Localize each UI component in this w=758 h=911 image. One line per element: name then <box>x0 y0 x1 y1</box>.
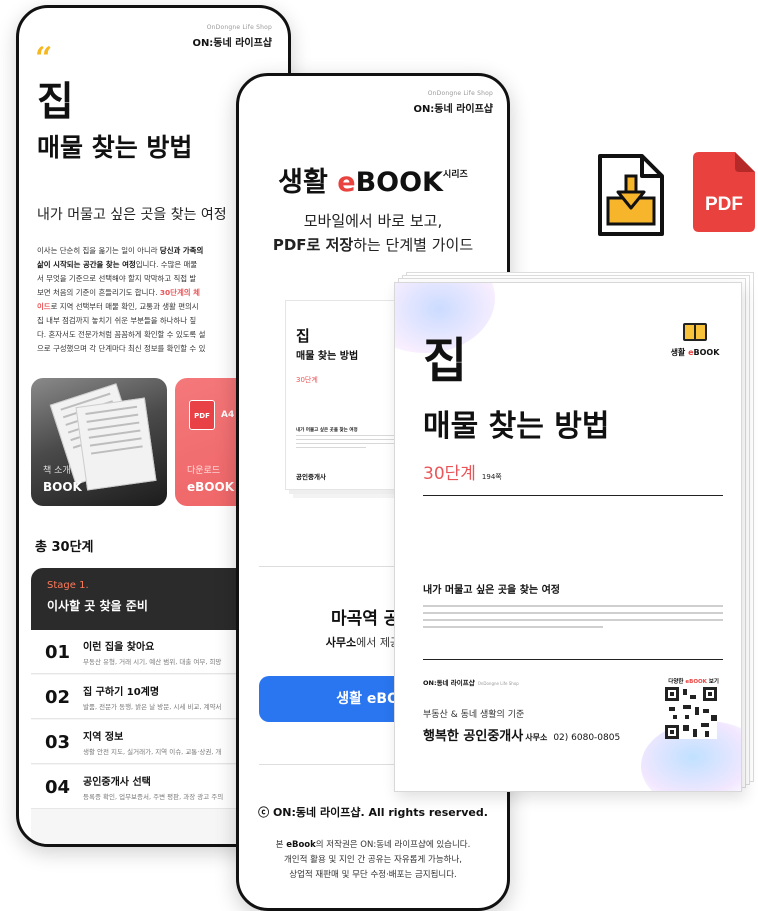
cover-rule <box>423 495 723 496</box>
page-count: 194쪽 <box>481 473 502 481</box>
agent-name: 행복한 공인중개사 사무소 02) 6080-0805 <box>423 729 621 744</box>
page-title: 집 <box>37 79 74 125</box>
step-title: 집 구하기 10계명 <box>83 687 160 698</box>
brand-subtitle: OnDongne Life Shop <box>427 90 493 97</box>
series-title: 생활 eBOOK시리즈 <box>239 160 507 199</box>
step-number: 03 <box>45 732 71 753</box>
legal-line: 본 eBook의 저작권은 ON:동네 라이프샵에 있습니다. <box>275 840 471 850</box>
paper-sheet-image <box>75 397 157 491</box>
pdf-file-icon: PDF <box>691 150 757 234</box>
steps-count: 30단계 <box>423 464 476 484</box>
cover-brand: ON:동네 라이프샵 OnDongne Life Shop <box>423 679 519 687</box>
series-title-pre: 생활 <box>278 167 338 198</box>
pdf-icon-label: PDF <box>705 194 743 215</box>
cover-title-secondary: 매물 찾는 방법 <box>423 409 610 444</box>
brand-logo: OnDongne Life Shop ON:동네 라이프샵 <box>413 90 493 116</box>
step-description: 발품, 전문가 동행, 밝은 날 방문, 시세 비교, 계약서 <box>83 703 222 711</box>
brand-name: ON:동네 라이프샵 <box>192 38 272 49</box>
step-description: 생활 안전 지도, 실거래가, 지역 이슈, 교통·상권, 개 <box>83 748 222 756</box>
copyright-text: ⓒ ON:동네 라이프샵. All rights reserved. <box>258 806 488 819</box>
cover-heading: 내가 머물고 싶은 곳을 찾는 여정 <box>296 428 358 433</box>
step-description: 부동산 유형, 거래 시기, 예산 범위, 대출 여부, 희망 <box>83 658 222 666</box>
series-tag: 시리즈 <box>442 170 468 180</box>
series-subtitle-line2: PDF로 저장하는 단계별 가이드 <box>239 234 507 255</box>
step-title: 공인중개사 선택 <box>83 777 151 788</box>
cover-heading: 내가 머물고 싶은 곳을 찾는 여정 <box>423 585 561 596</box>
legal-line: 개인적 활용 및 지인 간 공유는 자유롭게 가능하나, <box>283 855 463 865</box>
brand-name: ON:동네 라이프샵 <box>413 104 493 115</box>
series-title-post: BOOK <box>355 167 443 198</box>
series-badge-label: 생활 eBOOK <box>670 348 720 357</box>
pdf-icon: PDF <box>189 400 215 430</box>
open-book-icon <box>683 323 707 341</box>
brand-logo: OnDongne Life Shop ON:동네 라이프샵 <box>192 24 272 50</box>
cover-steps: 30단계 <box>296 376 318 384</box>
book-card-label: 책 소개 <box>43 466 71 476</box>
series-title-e: e <box>337 167 356 198</box>
cover-steps: 30단계 194쪽 <box>423 459 502 484</box>
cover-rule <box>423 659 723 660</box>
cover-text-lines <box>296 435 396 451</box>
brand-subtitle: OnDongne Life Shop <box>206 24 272 31</box>
qr-code-icon <box>665 687 717 739</box>
series-subtitle-line1: 모바일에서 바로 보고, <box>303 212 443 230</box>
legal-notice: 본 eBook의 저작권은 ON:동네 라이프샵에 있습니다. 개인적 활용 및… <box>239 838 507 883</box>
ebook-cover: 생활 eBOOK 집 매물 찾는 방법 30단계 194쪽 내가 머물고 싶은 곳… <box>394 282 742 792</box>
book-intro-card[interactable]: 책 소개 BOOK <box>31 378 167 506</box>
step-title: 지역 정보 <box>83 732 124 743</box>
cover-footer: 공인중개사 <box>296 473 326 481</box>
cover-title: 집 <box>423 333 468 389</box>
page-subtitle: 내가 머물고 싶은 곳을 찾는 여정 <box>37 207 227 223</box>
total-steps-heading: 총 30단계 <box>35 540 94 555</box>
step-title: 이런 집을 찾아요 <box>83 642 155 653</box>
step-number: 01 <box>45 642 71 663</box>
subtitle-rest: 하는 단계별 가이드 <box>353 236 474 254</box>
quote-icon: “ <box>35 41 53 76</box>
cover-text-lines <box>423 605 723 633</box>
legal-line: 상업적 재판매 및 무단 수정·배포는 금지됩니다. <box>289 870 457 880</box>
page-title-secondary: 매물 찾는 방법 <box>37 133 193 162</box>
subtitle-bold: PDF로 저장 <box>272 236 354 254</box>
agent-phone: 02) 6080-0805 <box>553 733 621 743</box>
download-file-icon <box>596 152 666 238</box>
book-card-title: BOOK <box>43 480 82 494</box>
cover-title-secondary: 매물 찾는 방법 <box>296 351 359 362</box>
download-card-label: 다운로드 <box>187 466 221 476</box>
agent-subtitle-bold: 사무소 <box>325 636 357 649</box>
more-ebook-link: 다양한 eBOOK 보기 <box>668 679 719 685</box>
step-number: 04 <box>45 777 71 798</box>
step-number: 02 <box>45 687 71 708</box>
cover-title: 집 <box>296 327 310 345</box>
download-card-title: eBOOK <box>187 480 234 494</box>
step-description: 등록증 확인, 업무보증서, 주변 평판, 과장 광고 주의 <box>83 793 224 801</box>
agent-tagline: 부동산 & 동네 생활의 기준 <box>423 710 525 720</box>
series-badge: 생활 eBOOK <box>663 323 727 358</box>
